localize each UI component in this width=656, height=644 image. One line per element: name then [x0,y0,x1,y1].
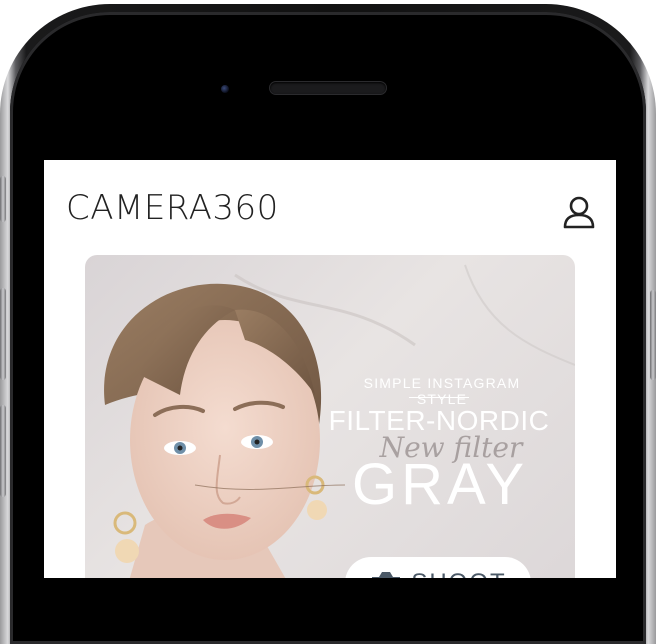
mute-switch [0,176,6,222]
promo-banner[interactable]: SIMPLE INSTAGRAM STYLE FILTER-NORDIC New… [85,255,575,578]
volume-down-button [0,405,6,497]
banner-big-text: GRAY [351,452,529,517]
user-profile-icon[interactable] [561,194,597,230]
banner-subtitle: SIMPLE INSTAGRAM STYLE [363,375,521,407]
power-button [650,290,656,380]
front-camera [221,85,229,93]
volume-up-button [0,288,6,380]
camera-icon [372,572,401,578]
shoot-button-label: SHOOT [411,569,506,578]
earpiece-speaker [270,82,386,94]
banner-divider [409,397,469,398]
app-screen: CAMERA360 SIMPLE INSTAGRAM STYLE FILTER-… [44,160,616,578]
app-title: CAMERA360 [66,188,279,228]
shoot-button[interactable]: SHOOT [345,557,531,578]
